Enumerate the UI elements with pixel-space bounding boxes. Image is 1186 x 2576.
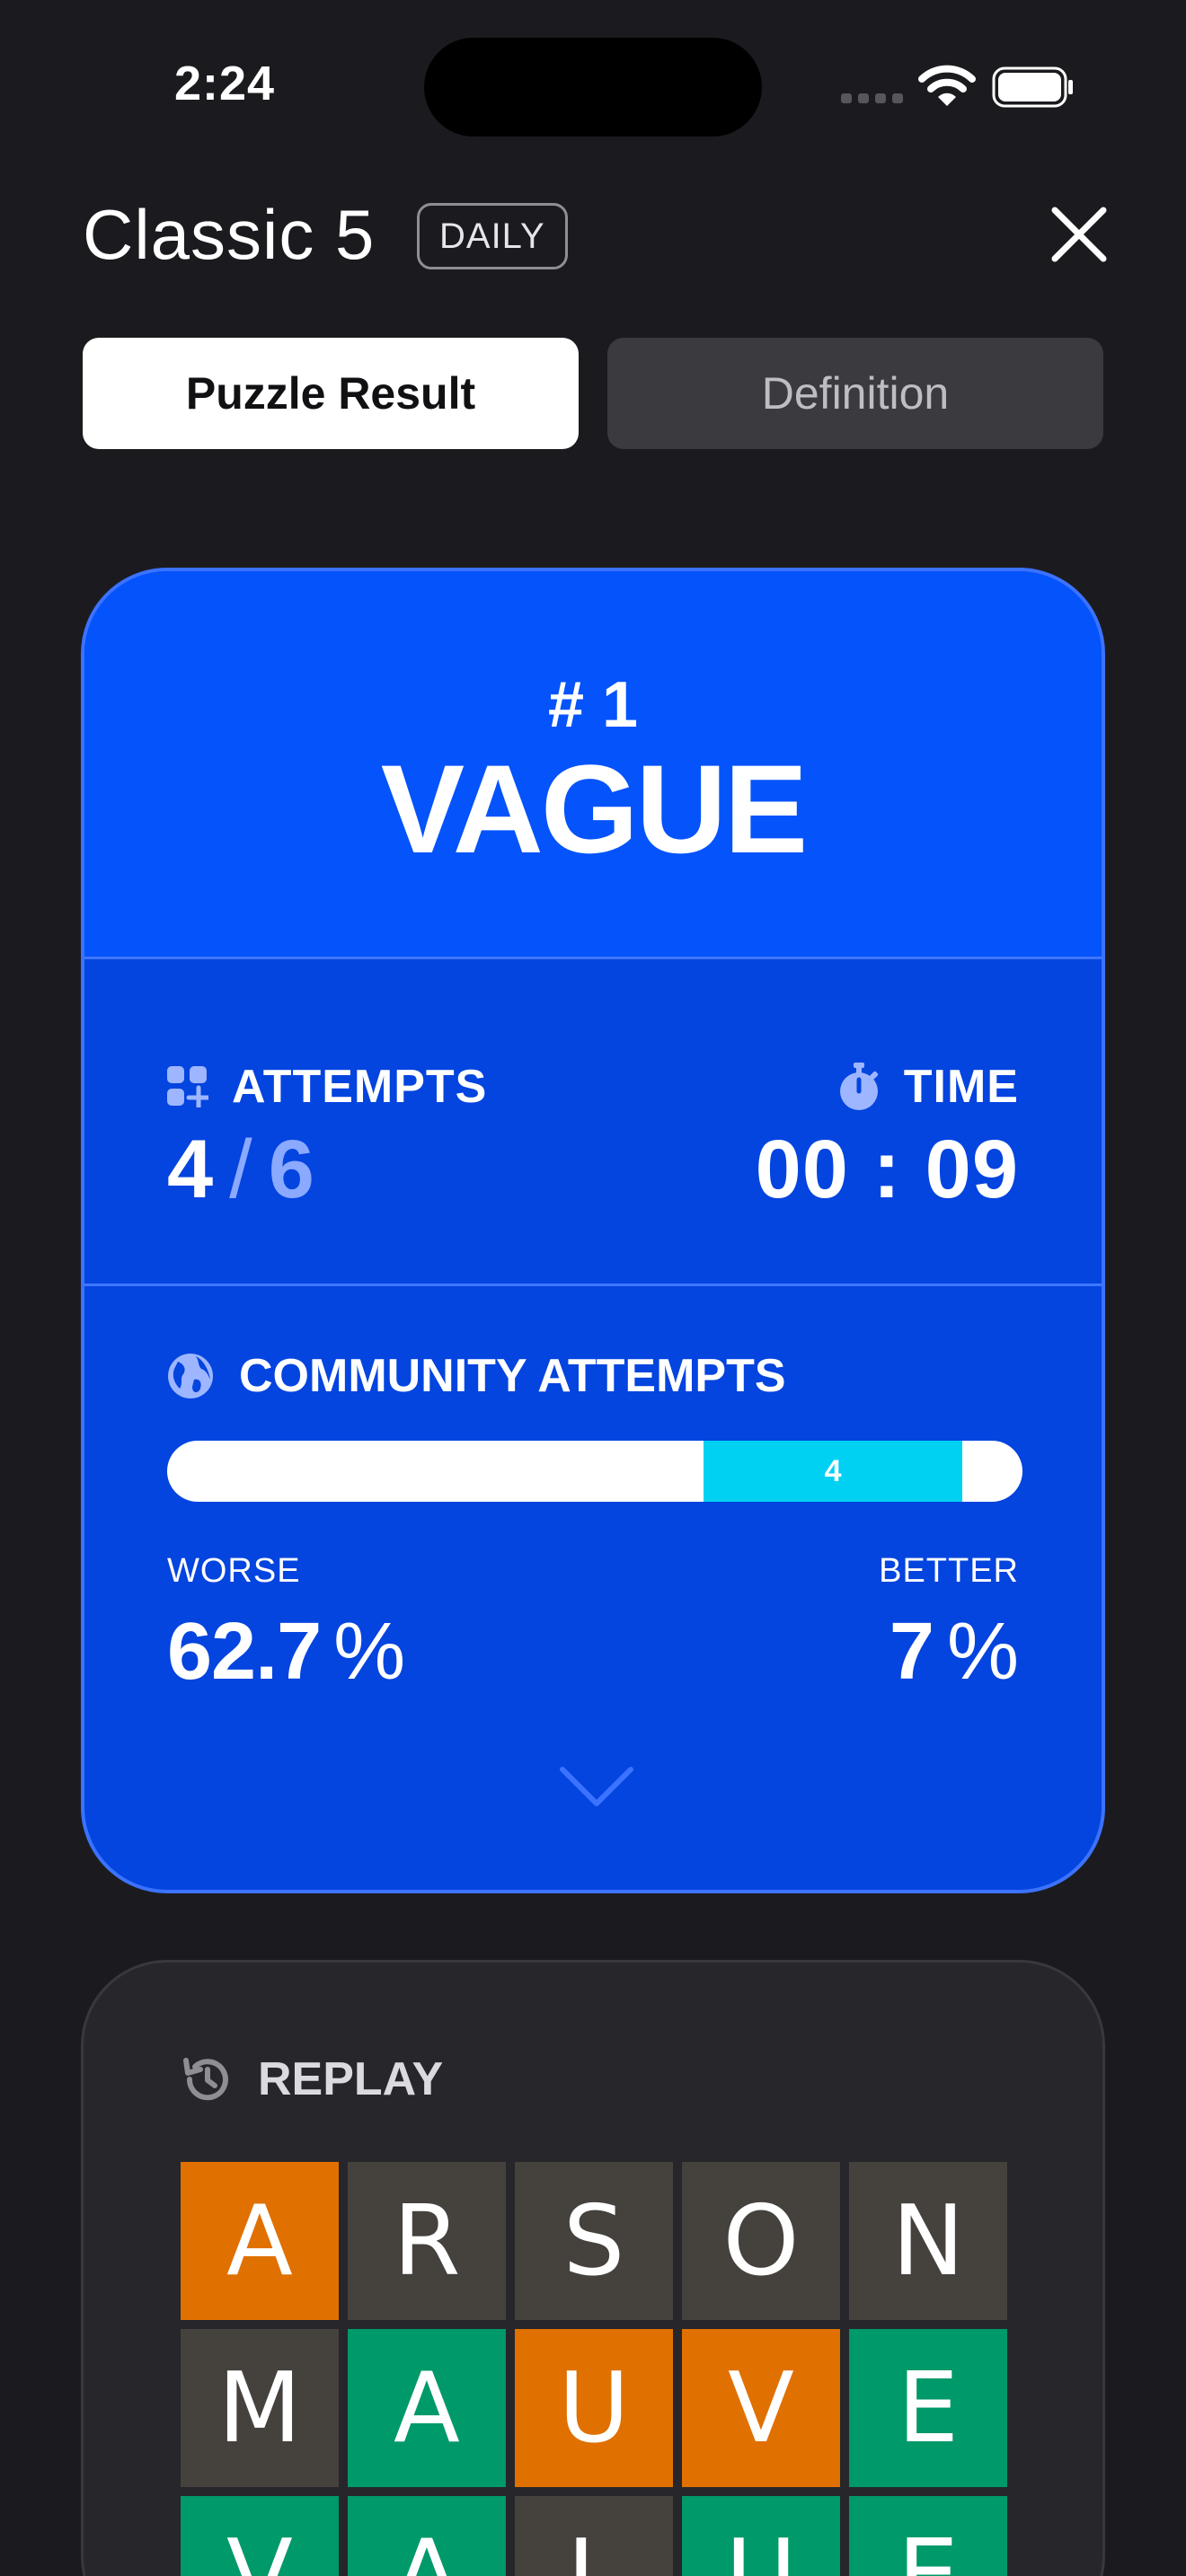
cellular-signal-icon bbox=[841, 93, 903, 103]
replay-label-text: REPLAY bbox=[258, 2053, 444, 2105]
battery-icon bbox=[992, 66, 1073, 108]
worse-value: 62.7% bbox=[167, 1606, 405, 1698]
replay-tile: A bbox=[348, 2329, 506, 2487]
worse-percent-sign: % bbox=[333, 1607, 405, 1697]
community-bar: 4 bbox=[167, 1441, 1022, 1502]
history-icon bbox=[183, 2058, 228, 2101]
time-value: 00 : 09 bbox=[755, 1124, 1019, 1215]
replay-tile: M bbox=[181, 2329, 339, 2487]
attempts-separator: / bbox=[229, 1124, 252, 1215]
replay-tile: R bbox=[348, 2162, 506, 2320]
tab-definition[interactable]: Definition bbox=[607, 338, 1103, 449]
replay-tile: A bbox=[181, 2162, 339, 2320]
replay-label: REPLAY bbox=[181, 2052, 443, 2106]
stopwatch-icon bbox=[839, 1063, 878, 1110]
status-time: 2:24 bbox=[174, 57, 276, 110]
attempts-value: 4 / 6 bbox=[167, 1123, 314, 1217]
worse-number: 62.7 bbox=[167, 1607, 322, 1697]
attempts-total: 6 bbox=[268, 1124, 314, 1215]
better-number: 7 bbox=[889, 1607, 934, 1697]
replay-tile: O bbox=[682, 2162, 840, 2320]
wifi-icon bbox=[918, 65, 976, 106]
globe-icon bbox=[168, 1354, 213, 1398]
replay-tile: E bbox=[849, 2329, 1007, 2487]
tab-puzzle-result[interactable]: Puzzle Result bbox=[83, 338, 579, 449]
attempts-label: ATTEMPTS bbox=[167, 1060, 487, 1114]
attempts-grid-icon bbox=[167, 1066, 208, 1107]
chevron-down-icon[interactable] bbox=[559, 1764, 634, 1809]
page-title: Classic 5 bbox=[83, 195, 376, 274]
community-label-text: COMMUNITY ATTEMPTS bbox=[239, 1350, 786, 1402]
worse-label: WORSE bbox=[167, 1552, 301, 1590]
result-card: # 1 VAGUE ATTEMPTS TIME 4 / 6 00: 09 CO… bbox=[81, 568, 1105, 1893]
replay-tile: V bbox=[181, 2496, 339, 2576]
replay-tile: S bbox=[515, 2162, 673, 2320]
replay-tile: L bbox=[515, 2496, 673, 2576]
stats-row: ATTEMPTS TIME 4 / 6 00 : 09 bbox=[84, 959, 1102, 1286]
better-value: 7% bbox=[890, 1606, 1019, 1698]
daily-badge: DAILY bbox=[417, 203, 568, 269]
puzzle-number: # 1 bbox=[547, 669, 639, 741]
better-percent-sign: % bbox=[946, 1607, 1019, 1697]
community-section: COMMUNITY ATTEMPTS 4 WORSE BETTER 62.7% … bbox=[84, 1286, 1102, 1890]
community-bar-marker: 4 bbox=[703, 1441, 963, 1502]
attempts-used: 4 bbox=[167, 1124, 214, 1215]
replay-tile: U bbox=[515, 2329, 673, 2487]
better-label: BETTER bbox=[879, 1552, 1019, 1590]
replay-tile: U bbox=[682, 2496, 840, 2576]
community-label: COMMUNITY ATTEMPTS bbox=[167, 1349, 786, 1403]
close-icon[interactable] bbox=[1046, 201, 1112, 268]
dynamic-island bbox=[424, 38, 762, 137]
time-label: TIME bbox=[837, 1060, 1019, 1114]
replay-tile: V bbox=[682, 2329, 840, 2487]
replay-tile: A bbox=[348, 2496, 506, 2576]
time-label-text: TIME bbox=[903, 1061, 1019, 1113]
attempts-label-text: ATTEMPTS bbox=[232, 1061, 488, 1113]
result-header: # 1 VAGUE bbox=[84, 571, 1102, 959]
replay-tile: N bbox=[849, 2162, 1007, 2320]
answer-word: VAGUE bbox=[380, 738, 808, 879]
replay-tile: E bbox=[849, 2496, 1007, 2576]
replay-grid: ARSONMAUVEVALUE bbox=[181, 2162, 1007, 2576]
replay-card: REPLAY ARSONMAUVEVALUE bbox=[81, 1960, 1105, 2576]
